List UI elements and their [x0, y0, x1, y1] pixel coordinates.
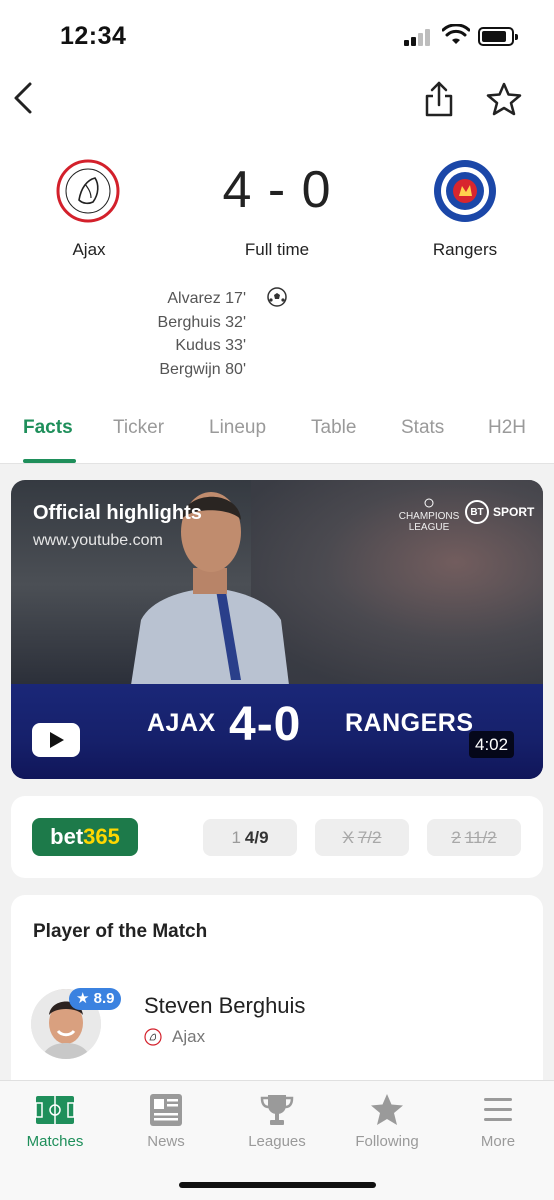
match-score: 4 - 0 [222, 161, 332, 219]
nav-leagues[interactable]: Leagues [222, 1081, 332, 1161]
odd-draw-value: 7/2 [357, 828, 382, 847]
tab-facts[interactable]: Facts [23, 417, 73, 439]
odd-home-value: 4/9 [244, 828, 269, 847]
nav-leagues-label: Leagues [248, 1133, 306, 1150]
player-rating: 8.9 [93, 990, 115, 1007]
video-duration: 4:02 [469, 731, 515, 758]
champions-league-logo: CHAMPIONS LEAGUE [395, 498, 463, 533]
rangers-logo-icon[interactable] [432, 158, 498, 224]
bt-sport-text: SPORT [493, 505, 535, 519]
player-of-match-card[interactable]: Player of the Match ★ 8.9 Steven Berghui… [11, 895, 543, 1095]
nav-matches[interactable]: Matches [0, 1081, 110, 1161]
active-tab-indicator [23, 459, 76, 463]
nav-news-label: News [147, 1133, 185, 1150]
home-team-name[interactable]: Ajax [19, 240, 159, 260]
status-bar: 12:34 [0, 0, 554, 70]
tab-table[interactable]: Table [311, 417, 356, 439]
home-indicator[interactable] [179, 1182, 376, 1188]
video-banner-score: 4-0 [229, 698, 302, 751]
tab-stats[interactable]: Stats [401, 417, 444, 439]
nav-following[interactable]: Following [332, 1081, 442, 1161]
nav-more-label: More [480, 1133, 516, 1150]
youtube-play-icon[interactable] [32, 723, 80, 757]
tab-ticker[interactable]: Ticker [113, 417, 164, 439]
bet365-logo-prefix: bet [50, 824, 84, 849]
player-rating-badge: ★ 8.9 [69, 988, 122, 1010]
status-time: 12:34 [60, 22, 127, 50]
scorer-item: Bergwijn 80' [159, 360, 246, 378]
menu-icon [484, 1098, 512, 1121]
tab-lineup[interactable]: Lineup [209, 417, 266, 439]
star-icon [371, 1094, 403, 1125]
battery-icon [478, 27, 518, 46]
odd-draw-button[interactable]: X 7/2 [315, 819, 409, 856]
tab-h2h[interactable]: H2H [488, 417, 526, 439]
odd-away-label: 2 [451, 828, 461, 847]
odd-home-label: 1 [231, 828, 241, 847]
wifi-icon [442, 24, 470, 44]
bet365-logo[interactable]: bet365 [32, 818, 138, 856]
away-team-name[interactable]: Rangers [395, 240, 535, 260]
odds-card: bet365 1 4/9 X 7/2 2 11/2 [11, 796, 543, 878]
player-of-match-title: Player of the Match [33, 921, 208, 942]
video-banner-away: RANGERS [345, 709, 474, 737]
bt-badge: BT [465, 500, 489, 524]
scorer-item: Berghuis 32' [157, 313, 246, 331]
video-banner-home: AJAX [147, 709, 216, 737]
odd-draw-label: X [342, 828, 354, 847]
video-title: Official highlights [33, 502, 202, 524]
home-scorers-list: Alvarez 17' Berghuis 32' Kudus 33' Bergw… [100, 287, 246, 381]
nav-following-label: Following [355, 1133, 419, 1150]
player-name: Steven Berghuis [144, 993, 306, 1018]
favorite-star-icon[interactable] [485, 81, 523, 117]
video-source: www.youtube.com [33, 532, 163, 549]
odd-home-button[interactable]: 1 4/9 [203, 819, 297, 856]
bet365-logo-suffix: 365 [83, 824, 120, 849]
scorer-item: Alvarez 17' [167, 290, 246, 307]
player-team-logo-icon [144, 1028, 162, 1046]
bt-sport-logo: BT SPORT [465, 499, 534, 525]
champions-league-logo-text: CHAMPIONS LEAGUE [398, 511, 460, 533]
odd-away-button[interactable]: 2 11/2 [427, 819, 521, 856]
news-icon [150, 1094, 182, 1126]
match-tabs: Facts Ticker Lineup Table Stats H2H [0, 400, 554, 464]
nav-news[interactable]: News [111, 1081, 221, 1161]
back-chevron-icon[interactable] [8, 80, 38, 116]
nav-more[interactable]: More [443, 1081, 553, 1161]
highlights-video-card[interactable]: Official highlights www.youtube.com CHAM… [11, 480, 543, 779]
odd-away-value: 11/2 [464, 828, 497, 847]
pitch-icon [35, 1096, 75, 1124]
share-icon[interactable] [422, 79, 456, 119]
cellular-signal-icon [404, 28, 434, 46]
football-icon [267, 287, 287, 307]
player-team-name: Ajax [172, 1027, 206, 1046]
ucl-stars-icon [424, 498, 434, 508]
match-status: Full time [244, 240, 310, 259]
trophy-icon [260, 1095, 294, 1125]
ajax-logo-icon[interactable] [55, 158, 121, 224]
scorer-item: Kudus 33' [175, 337, 246, 354]
nav-matches-label: Matches [26, 1133, 84, 1150]
